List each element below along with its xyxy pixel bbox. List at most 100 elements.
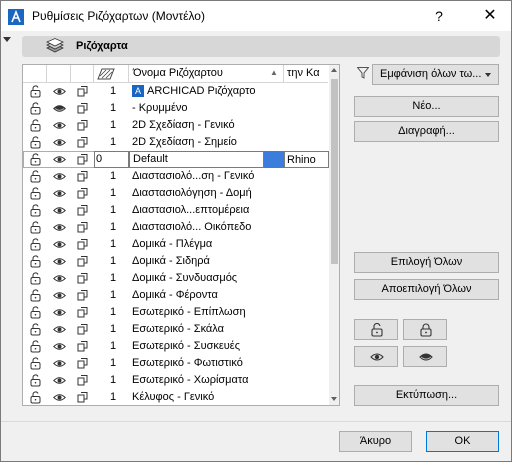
layer-row[interactable]: 1 Δομικά - Συνδυασμός xyxy=(23,270,328,287)
solid-model-icon[interactable] xyxy=(76,374,89,387)
eye-icon[interactable] xyxy=(53,323,66,336)
print-button[interactable]: Εκτύπωση... xyxy=(354,385,499,406)
lock-toggle-icon[interactable] xyxy=(29,119,42,132)
layer-row[interactable]: 1 Κέλυφος - Γενικό xyxy=(23,389,328,405)
eye-icon[interactable] xyxy=(53,221,66,234)
lock-toggle-icon[interactable] xyxy=(29,170,42,183)
layer-row[interactable]: 1 - Κρυμμένο xyxy=(23,100,328,117)
cad-color-swatch[interactable] xyxy=(264,151,284,168)
eye-icon[interactable] xyxy=(53,289,66,302)
lock-toggle-icon[interactable] xyxy=(29,255,42,268)
layer-row[interactable]: 1 Δομικά - Σιδηρά xyxy=(23,253,328,270)
layer-row[interactable]: 1 Εσωτερικό - Σκάλα xyxy=(23,321,328,338)
lock-toggle-icon[interactable] xyxy=(29,153,42,166)
layer-row[interactable]: 0 Default Rhino xyxy=(23,151,329,168)
lock-toggle-icon[interactable] xyxy=(29,85,42,98)
layer-row[interactable]: 1 Εσωτερικό - Συσκευές xyxy=(23,338,328,355)
eye-icon[interactable] xyxy=(53,340,66,353)
layer-row[interactable]: 1 Δομικά - Πλέγμα xyxy=(23,236,328,253)
layer-row[interactable]: 1 A ARCHICAD Ριζόχαρτο xyxy=(23,83,328,100)
header-wireframe-col[interactable] xyxy=(71,65,94,83)
solid-model-icon[interactable] xyxy=(76,170,89,183)
solid-model-icon[interactable] xyxy=(76,391,89,404)
hide-all-button[interactable] xyxy=(403,346,447,367)
header-name-col[interactable]: Όνομα Ριζόχαρτου ▲ xyxy=(129,65,284,83)
eye-icon[interactable] xyxy=(53,306,66,319)
solid-model-icon[interactable] xyxy=(76,153,89,166)
eye-icon[interactable] xyxy=(53,238,66,251)
scroll-thumb[interactable] xyxy=(331,79,338,264)
eye-icon[interactable] xyxy=(53,187,66,200)
deselect-all-button[interactable]: Αποεπιλογή Όλων xyxy=(354,279,499,300)
solid-model-icon[interactable] xyxy=(76,255,89,268)
eye-icon[interactable] xyxy=(53,153,66,166)
lock-toggle-icon[interactable] xyxy=(29,289,42,302)
lock-toggle-icon[interactable] xyxy=(29,323,42,336)
lock-toggle-icon[interactable] xyxy=(29,102,42,115)
solid-model-icon[interactable] xyxy=(76,85,89,98)
hidden-eye-icon[interactable] xyxy=(53,102,66,115)
help-button[interactable]: ? xyxy=(428,5,450,27)
solid-model-icon[interactable] xyxy=(76,221,89,234)
lock-toggle-icon[interactable] xyxy=(29,374,42,387)
eye-icon[interactable] xyxy=(53,119,66,132)
new-layer-button[interactable]: Νέο... xyxy=(354,96,499,117)
eye-icon[interactable] xyxy=(53,85,66,98)
section-header[interactable]: Ριζόχαρτα xyxy=(22,36,500,57)
eye-icon[interactable] xyxy=(53,357,66,370)
lock-toggle-icon[interactable] xyxy=(29,238,42,251)
header-cad-col[interactable]: την Κα xyxy=(284,65,328,83)
scroll-down-icon[interactable] xyxy=(331,397,337,401)
solid-model-icon[interactable] xyxy=(76,204,89,217)
solid-model-icon[interactable] xyxy=(76,136,89,149)
vertical-scrollbar[interactable] xyxy=(329,65,339,405)
layer-row[interactable]: 1 2D Σχεδίαση - Σημείο xyxy=(23,134,328,151)
layer-row[interactable]: 1 Εσωτερικό - Χωρίσματα xyxy=(23,372,328,389)
solid-model-icon[interactable] xyxy=(76,289,89,302)
lock-toggle-icon[interactable] xyxy=(29,340,42,353)
unlock-all-button[interactable] xyxy=(354,319,398,340)
layer-row[interactable]: 1 Διαστασιολ...επτομέρεια xyxy=(23,202,328,219)
solid-model-icon[interactable] xyxy=(76,119,89,132)
lock-toggle-icon[interactable] xyxy=(29,221,42,234)
lock-toggle-icon[interactable] xyxy=(29,187,42,200)
solid-model-icon[interactable] xyxy=(76,306,89,319)
lock-toggle-icon[interactable] xyxy=(29,136,42,149)
solid-model-icon[interactable] xyxy=(76,357,89,370)
lock-toggle-icon[interactable] xyxy=(29,272,42,285)
select-all-button[interactable]: Επιλογή Όλων xyxy=(354,252,499,273)
close-button[interactable]: ✕ xyxy=(479,5,501,27)
eye-icon[interactable] xyxy=(53,136,66,149)
layer-row[interactable]: 1 Δομικά - Φέροντα xyxy=(23,287,328,304)
lock-toggle-icon[interactable] xyxy=(29,391,42,404)
header-lock-col[interactable] xyxy=(23,65,47,83)
eye-icon[interactable] xyxy=(53,255,66,268)
layer-row[interactable]: 1 Εσωτερικό - Φωτιστικό xyxy=(23,355,328,372)
eye-icon[interactable] xyxy=(53,374,66,387)
layer-row[interactable]: 1 Διαστασιολό... Οικόπεδο xyxy=(23,219,328,236)
eye-icon[interactable] xyxy=(53,272,66,285)
cad-layer-field[interactable]: Rhino xyxy=(284,151,329,168)
ok-button[interactable]: OK xyxy=(426,431,499,452)
eye-icon[interactable] xyxy=(53,204,66,217)
solid-model-icon[interactable] xyxy=(76,102,89,115)
solid-model-icon[interactable] xyxy=(76,238,89,251)
lock-toggle-icon[interactable] xyxy=(29,204,42,217)
eye-icon[interactable] xyxy=(53,391,66,404)
layer-row[interactable]: 1 Εσωτερικό - Επίπλωση xyxy=(23,304,328,321)
lock-all-button[interactable] xyxy=(403,319,447,340)
solid-model-icon[interactable] xyxy=(76,187,89,200)
layer-row[interactable]: 1 Διαστασιολό...ση - Γενικό xyxy=(23,168,328,185)
cancel-button[interactable]: Άκυρο xyxy=(339,431,412,452)
solid-model-icon[interactable] xyxy=(76,340,89,353)
delete-layer-button[interactable]: Διαγραφή... xyxy=(354,121,499,142)
header-visibility-col[interactable] xyxy=(47,65,71,83)
lock-toggle-icon[interactable] xyxy=(29,306,42,319)
collapse-arrow-icon[interactable] xyxy=(3,37,11,42)
layer-row[interactable]: 1 2D Σχεδίαση - Γενικό xyxy=(23,117,328,134)
eye-icon[interactable] xyxy=(53,170,66,183)
show-all-button[interactable] xyxy=(354,346,398,367)
layer-row[interactable]: 1 Διαστασιολόγηση - Δομή xyxy=(23,185,328,202)
solid-model-icon[interactable] xyxy=(76,323,89,336)
scroll-up-icon[interactable] xyxy=(331,68,337,72)
